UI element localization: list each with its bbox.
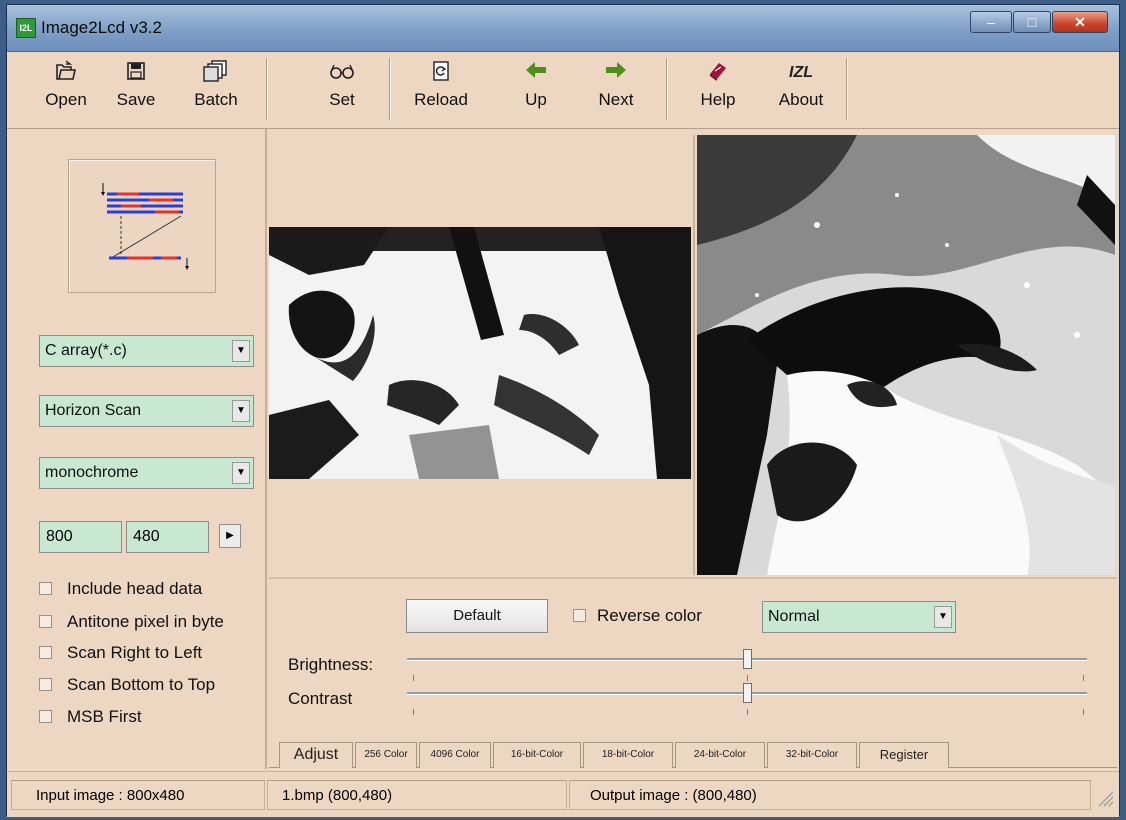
next-label: Next <box>598 90 634 109</box>
scan-direction-diagram <box>68 159 216 293</box>
adjust-panel: Default Reverse color Normal ▼ Brightnes… <box>269 577 1117 771</box>
tab-4096-color[interactable]: 4096 Color <box>419 742 491 768</box>
toolbar: Open Save Batch Set Reload Up Next Help … <box>7 52 1119 129</box>
reload-label: Reload <box>414 90 468 109</box>
tab-256-color[interactable]: 256 Color <box>355 742 417 768</box>
default-button[interactable]: Default <box>406 599 548 633</box>
title-bar[interactable]: I2L Image2Lcd v3.2 – □ ✕ <box>7 5 1119 52</box>
slider-tick <box>747 709 748 715</box>
height-input[interactable]: 480 <box>126 521 209 553</box>
checkbox-label: Include head data <box>67 579 203 598</box>
toolbar-separator <box>846 58 848 120</box>
slider-tick <box>747 675 748 681</box>
brightness-slider-thumb[interactable] <box>743 649 752 669</box>
checkbox-box[interactable] <box>39 582 52 595</box>
reload-button[interactable]: Reload <box>412 60 470 110</box>
checkbox-box[interactable] <box>573 609 586 622</box>
window-title: Image2Lcd v3.2 <box>41 18 162 37</box>
help-button[interactable]: Help <box>689 60 747 110</box>
checkbox-box[interactable] <box>39 710 52 723</box>
tab-16-bit-color[interactable]: 16-bit-Color <box>493 742 581 768</box>
batch-files-icon <box>187 60 245 86</box>
file-status: 1.bmp (800,480) <box>267 780 567 810</box>
open-button[interactable]: Open <box>37 60 95 110</box>
tab-24-bit-color[interactable]: 24-bit-Color <box>675 742 765 768</box>
contrast-slider-thumb[interactable] <box>743 683 752 703</box>
output-image-status: Output image : (800,480) <box>569 780 1091 810</box>
input-image-status: Input image : 800x480 <box>11 780 265 810</box>
dropdown-arrow-icon[interactable]: ▼ <box>232 462 250 484</box>
tab-register[interactable]: Register <box>859 742 949 768</box>
output-image-thumbnail <box>697 135 1115 575</box>
up-label: Up <box>525 90 547 109</box>
close-button[interactable]: ✕ <box>1052 11 1108 33</box>
resize-grip-icon[interactable] <box>1095 786 1115 808</box>
set-label: Set <box>329 90 355 109</box>
app-icon: I2L <box>16 18 36 38</box>
help-label: Help <box>700 90 736 109</box>
reload-icon <box>412 60 470 86</box>
about-button[interactable]: IZL About <box>772 60 830 110</box>
help-book-icon <box>689 60 747 86</box>
checkbox-label: Scan Right to Left <box>67 643 203 662</box>
apply-size-button[interactable]: ▶ <box>219 524 241 548</box>
tab-18-bit-color[interactable]: 18-bit-Color <box>583 742 673 768</box>
dropdown-arrow-icon[interactable]: ▼ <box>232 340 250 362</box>
width-input[interactable]: 800 <box>39 521 122 553</box>
arrow-left-icon <box>507 60 565 86</box>
checkbox-label: Scan Bottom to Top <box>67 675 216 694</box>
toolbar-separator <box>266 58 268 120</box>
next-button[interactable]: Next <box>587 60 645 110</box>
arrow-right-icon <box>587 60 645 86</box>
maximize-button[interactable]: □ <box>1013 11 1051 33</box>
slider-tick <box>413 675 414 681</box>
open-label: Open <box>45 90 87 109</box>
brightness-label: Brightness: <box>288 655 374 674</box>
input-image-thumbnail <box>269 227 691 479</box>
checkbox-box[interactable] <box>39 615 52 628</box>
toolbar-separator <box>389 58 391 120</box>
glasses-icon <box>313 60 371 86</box>
toolbar-separator <box>666 58 668 120</box>
slider-tick <box>1083 675 1084 681</box>
izl-logo-icon: IZL <box>789 64 813 81</box>
floppy-disk-icon <box>107 60 165 86</box>
color-depth-select[interactable]: monochrome ▼ <box>39 457 254 489</box>
set-button[interactable]: Set <box>313 60 371 110</box>
about-label: About <box>778 90 824 109</box>
checkbox-box[interactable] <box>39 678 52 691</box>
reverse-color-label: Reverse color <box>597 606 702 625</box>
checkbox-box[interactable] <box>39 646 52 659</box>
save-button[interactable]: Save <box>107 60 165 110</box>
display-mode-select[interactable]: Normal ▼ <box>762 601 956 633</box>
open-folder-icon <box>37 60 95 86</box>
app-window: I2L Image2Lcd v3.2 – □ ✕ Open Save Batch <box>6 4 1120 817</box>
dropdown-arrow-icon[interactable]: ▼ <box>934 606 952 628</box>
contrast-label: Contrast <box>288 689 353 708</box>
tab-adjust[interactable]: Adjust <box>279 742 353 768</box>
settings-panel: C array(*.c) ▼ Horizon Scan ▼ monochrome… <box>7 129 267 769</box>
checkbox-label: MSB First <box>67 707 142 726</box>
checkbox-label: Antitone pixel in byte <box>67 612 224 631</box>
up-button[interactable]: Up <box>507 60 565 110</box>
output-type-select[interactable]: C array(*.c) ▼ <box>39 335 254 367</box>
output-image-preview <box>697 135 1115 575</box>
output-type-value: C array(*.c) <box>45 342 127 359</box>
batch-button[interactable]: Batch <box>187 60 245 110</box>
dropdown-arrow-icon[interactable]: ▼ <box>232 400 250 422</box>
scan-mode-select[interactable]: Horizon Scan ▼ <box>39 395 254 427</box>
slider-tick <box>413 709 414 715</box>
color-depth-value: monochrome <box>45 464 139 481</box>
minimize-button[interactable]: – <box>970 11 1012 33</box>
status-bar: Input image : 800x480 1.bmp (800,480) Ou… <box>7 771 1119 817</box>
tab-32-bit-color[interactable]: 32-bit-Color <box>767 742 857 768</box>
scan-mode-value: Horizon Scan <box>45 402 142 419</box>
batch-label: Batch <box>194 90 238 109</box>
display-mode-value: Normal <box>768 608 820 625</box>
save-label: Save <box>116 90 156 109</box>
input-image-preview <box>269 135 695 575</box>
slider-tick <box>1083 709 1084 715</box>
